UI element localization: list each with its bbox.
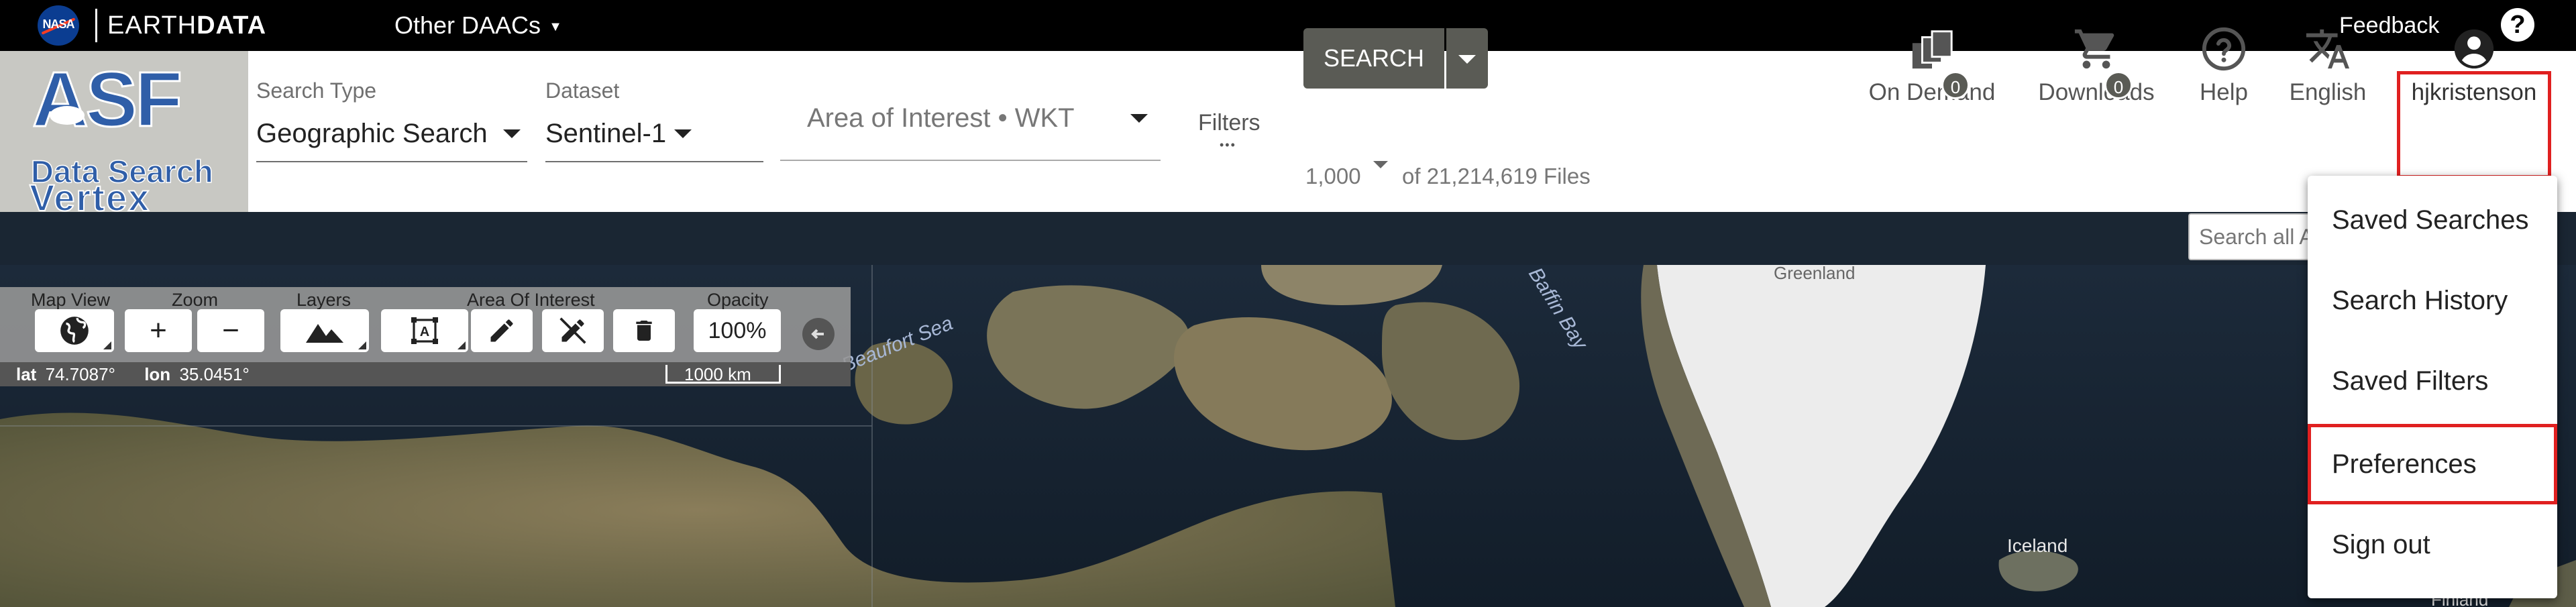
nasa-logo-text: NASA: [42, 17, 74, 31]
map-view-label: Map View: [31, 290, 111, 310]
help-label: Help: [2200, 79, 2248, 105]
results-count: of 21,214,619 Files: [1402, 164, 1591, 188]
aoi-delete-button[interactable]: [613, 309, 675, 352]
lon-label: lon: [144, 364, 171, 384]
arrow-left-icon: [811, 329, 824, 339]
opacity-select[interactable]: 100%: [694, 309, 781, 352]
downloads-button[interactable]: Downloads: [2033, 25, 2160, 106]
scale-label: 1000 km: [684, 364, 751, 384]
iceland-label: Iceland: [2007, 535, 2068, 556]
earthdata-brand[interactable]: EARTHDATA: [107, 11, 266, 40]
more-dots-icon: •••: [1220, 138, 1236, 152]
search-options-button[interactable]: [1446, 28, 1488, 89]
zoom-label: Zoom: [172, 290, 219, 310]
account-circle-icon: [2454, 29, 2494, 69]
lat-value: 74.7087°: [45, 364, 115, 384]
chevron-down-icon[interactable]: [503, 129, 521, 138]
stacked-files-icon: [1912, 30, 1953, 69]
caret-down-icon: ▼: [549, 19, 562, 34]
chevron-down-icon[interactable]: [674, 129, 692, 138]
on-demand-button[interactable]: On Demand: [1868, 25, 1996, 106]
opacity-label: Opacity: [707, 290, 769, 310]
dataset-value[interactable]: Sentinel-1: [545, 119, 666, 149]
search-type-label: Search Type: [256, 78, 377, 103]
logo-divider: [95, 9, 97, 42]
trash-icon: [636, 321, 652, 341]
help-circle-icon: [2202, 27, 2246, 71]
map-view-button[interactable]: [35, 309, 114, 352]
user-menu: Saved Searches Search History Saved Filt…: [2308, 176, 2557, 598]
language-button[interactable]: English: [2281, 25, 2375, 106]
downloads-count-badge: 0: [2104, 71, 2133, 99]
svg-text:A: A: [420, 325, 429, 339]
lat-label: lat: [16, 364, 37, 384]
preferences-highlight: [2308, 424, 2557, 504]
pencil-off-icon: [559, 317, 586, 344]
user-button-highlight: [2397, 71, 2551, 178]
aoi-underline: [780, 160, 1161, 161]
aoi-wkt-field[interactable]: Area of Interest • WKT: [807, 103, 1075, 133]
menu-item-sign-out[interactable]: Sign out: [2308, 504, 2557, 585]
on-demand-count-badge: 0: [1941, 71, 1970, 99]
dataset-underline: [545, 161, 763, 162]
search-all-input[interactable]: [2188, 213, 2316, 260]
max-results-select[interactable]: 1,000: [1305, 164, 1361, 189]
search-type-value[interactable]: Geographic Search: [256, 119, 488, 149]
asf-vertex-logo[interactable]: ASF Data Search Vertex: [0, 51, 248, 212]
chevron-down-icon[interactable]: [1373, 161, 1388, 168]
earthdata-prefix: EARTH: [107, 11, 197, 40]
chevron-down-icon[interactable]: [1130, 114, 1148, 123]
shape-select-icon: A: [411, 317, 438, 344]
coordinate-readout: lat 74.7087° lon 35.0451° 1000 km: [0, 362, 851, 386]
nasa-logo[interactable]: NASA: [38, 5, 79, 46]
polar-bear-icon: [50, 106, 85, 125]
terrain-icon: [306, 324, 343, 343]
zoom-in-button[interactable]: +: [125, 309, 192, 352]
other-daacs-menu[interactable]: Other DAACs ▼: [394, 11, 562, 40]
on-demand-label: On Demand: [1868, 79, 1996, 105]
aoi-eraser-button[interactable]: [542, 309, 604, 352]
layers-label: Layers: [297, 290, 352, 310]
vertex-logo-text: Vertex: [30, 176, 150, 212]
collapse-toolbar-button[interactable]: [802, 318, 835, 350]
asf-logo-text: ASF: [32, 56, 180, 143]
filters-button[interactable]: Filters: [1198, 110, 1260, 136]
globe-icon: [60, 317, 89, 345]
language-label: English: [2289, 79, 2367, 105]
other-daacs-label: Other DAACs: [394, 11, 541, 39]
aoi-draw-shape-button[interactable]: A: [381, 309, 468, 352]
pencil-icon: [490, 319, 513, 342]
aoi-edit-button[interactable]: [471, 309, 533, 352]
menu-item-saved-searches[interactable]: Saved Searches: [2308, 180, 2557, 260]
layers-button[interactable]: [280, 309, 369, 352]
help-button[interactable]: Help: [2187, 25, 2261, 106]
dataset-label: Dataset: [545, 78, 620, 103]
downloads-label: Downloads: [2038, 79, 2155, 105]
cart-icon: [2074, 29, 2114, 69]
zoom-out-button[interactable]: −: [197, 309, 264, 352]
menu-item-search-history[interactable]: Search History: [2308, 260, 2557, 341]
greenland-label: Greenland: [1774, 265, 1855, 283]
search-type-underline: [256, 161, 527, 162]
lon-value: 35.0451°: [179, 364, 250, 384]
translate-icon: [2306, 29, 2350, 69]
search-button[interactable]: SEARCH: [1303, 28, 1444, 89]
chevron-down-icon: [1458, 55, 1476, 64]
aoi-tools-label: Area Of Interest: [467, 290, 595, 310]
earthdata-bold: DATA: [197, 11, 267, 40]
menu-item-saved-filters[interactable]: Saved Filters: [2308, 341, 2557, 421]
